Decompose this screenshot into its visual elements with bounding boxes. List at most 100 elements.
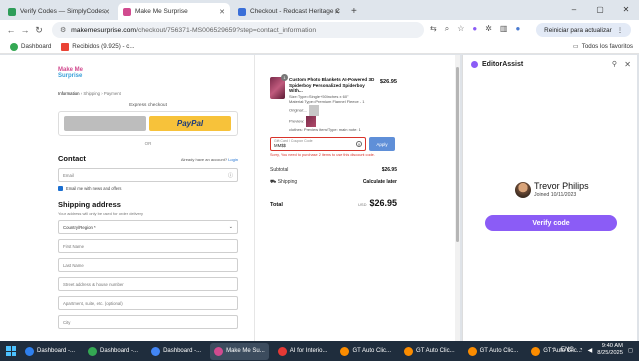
- verify-code-button[interactable]: Verify code: [485, 215, 617, 231]
- taskbar-item[interactable]: GT Auto Clic...: [464, 343, 523, 360]
- login-link[interactable]: Login: [228, 157, 238, 162]
- close-tab-icon[interactable]: ✕: [334, 8, 340, 16]
- app-icon: [151, 346, 161, 356]
- product-preview: Preview:: [289, 115, 375, 127]
- account-prompt: Already have an account? Login: [181, 157, 238, 162]
- shipping-title: Shipping address: [58, 200, 121, 209]
- editorassist-panel: EditorAssist ⚲ ✕ Trevor Philips Joined 1…: [462, 55, 637, 341]
- tab-redcast[interactable]: Checkout - Redcast Heritage C ✕: [233, 3, 345, 20]
- chevron-up-icon[interactable]: ⌃: [551, 347, 556, 354]
- taskbar-item[interactable]: AI for Interio...: [274, 343, 332, 360]
- first-name-field[interactable]: First Name: [58, 239, 238, 253]
- extension-icon[interactable]: ●: [472, 24, 477, 34]
- os-taskbar: Dashboard -... Dashboard -... Dashboard …: [0, 341, 639, 361]
- simplycodes-favicon-icon: [8, 7, 16, 16]
- close-window-button[interactable]: ✕: [613, 0, 639, 18]
- pin-icon[interactable]: ⚲: [612, 60, 617, 68]
- taskbar-item[interactable]: GT Auto Clic...: [400, 343, 459, 360]
- page-scrollbar[interactable]: [455, 55, 460, 341]
- back-arrow-icon[interactable]: ←: [4, 25, 18, 35]
- tab-title: Make Me Surprise: [135, 8, 188, 15]
- paypal-button[interactable]: PayPal: [149, 116, 231, 131]
- minimize-button[interactable]: –: [561, 0, 587, 18]
- last-name-field[interactable]: Last Name: [58, 258, 238, 272]
- email-news-checkbox[interactable]: Email me with news and offers: [58, 186, 238, 191]
- breadcrumb-shipping[interactable]: Shipping: [83, 91, 100, 96]
- site-info-icon[interactable]: ⚙: [60, 26, 66, 34]
- translate-icon[interactable]: ⇆: [430, 24, 437, 34]
- breadcrumb-information[interactable]: Information: [58, 91, 80, 96]
- editorassist-logo-icon: [471, 60, 478, 68]
- clear-coupon-icon[interactable]: ✕: [356, 141, 362, 147]
- makemesurprise-favicon-icon: [123, 7, 131, 16]
- country-select[interactable]: Country/Region * ⌄: [58, 220, 238, 234]
- address-bar[interactable]: ⚙ makemesurprise.com /checkout/756371-MS…: [52, 22, 424, 38]
- taskbar-label: GT Auto Clic...: [416, 348, 455, 354]
- street-address-field[interactable]: Street address & house number: [58, 277, 238, 291]
- last-name-placeholder: Last Name: [63, 262, 84, 268]
- store-logo[interactable]: Make Me Surprise: [58, 67, 98, 85]
- quantity-badge: 1: [281, 74, 288, 81]
- checkbox-checked-icon[interactable]: [58, 186, 63, 191]
- puzzle-extensions-icon[interactable]: ✲: [485, 24, 492, 34]
- notification-bell-icon[interactable]: ◻: [628, 347, 633, 354]
- breadcrumb: Information › Shipping › Payment: [58, 91, 238, 96]
- help-circle-icon[interactable]: ⓘ: [228, 172, 233, 179]
- breadcrumb-payment[interactable]: Payment: [104, 91, 121, 96]
- taskbar-item[interactable]: Dashboard -...: [147, 343, 205, 360]
- street-placeholder: Street address & house number: [63, 281, 124, 287]
- all-bookmarks[interactable]: ▭ Todos los favoritos: [573, 43, 633, 50]
- volume-icon[interactable]: ◀: [588, 347, 593, 354]
- wifi-icon[interactable]: ◔: [579, 347, 583, 353]
- subtotal-row: Subtotal $26.95: [270, 167, 397, 173]
- apartment-placeholder: Apartment, suite, etc. (optional): [63, 300, 123, 306]
- taskbar-label: GT Auto Clic...: [479, 348, 519, 354]
- bookmark-dashboard[interactable]: Dashboard: [10, 42, 51, 51]
- close-tab-icon[interactable]: ✕: [219, 8, 225, 16]
- close-icon[interactable]: ✕: [624, 60, 631, 69]
- preview-image: [306, 115, 317, 127]
- taskbar-label: Dashboard -...: [163, 348, 202, 354]
- url-host: makemesurprise.com: [71, 26, 137, 34]
- menu-dots-icon[interactable]: ⋮: [617, 27, 623, 34]
- clock[interactable]: 9:40 AM 8/25/2025: [597, 343, 623, 357]
- email-field[interactable]: Email ⓘ: [58, 168, 238, 182]
- close-tab-icon[interactable]: ✕: [104, 8, 110, 16]
- tab-title: Verify Codes — SimplyCodes: [20, 8, 106, 15]
- dashboard-icon: [10, 42, 18, 51]
- taskbar-item[interactable]: GT Auto Clic...: [336, 343, 395, 360]
- maximize-button[interactable]: ▢: [587, 0, 613, 18]
- new-tab-button[interactable]: +: [351, 6, 357, 17]
- product-details: Custom Photo Blankets AI-Powered 3D Spid…: [289, 77, 375, 132]
- express-pay-button[interactable]: [64, 116, 146, 131]
- language-indicator[interactable]: ENG: [561, 347, 574, 353]
- email-news-label: Email me with news and offers: [66, 186, 122, 191]
- apartment-field[interactable]: Apartment, suite, etc. (optional): [58, 296, 238, 310]
- side-panel-icon[interactable]: ▥: [500, 24, 508, 34]
- taskbar-item-active[interactable]: Make Me Su...: [210, 342, 269, 360]
- bookmark-gmail[interactable]: Recibidos (9.925) - c...: [61, 42, 135, 51]
- taskbar-item[interactable]: Dashboard -...: [21, 343, 79, 360]
- toolbar-icons: ⇆ ⌕ ☆ ● ✲ ▥ ●: [430, 24, 520, 34]
- editorassist-header: EditorAssist ⚲ ✕: [463, 55, 637, 73]
- coupon-error-message: Sorry, You need to purchase 2 items to u…: [270, 153, 375, 157]
- profile-avatar-icon[interactable]: ●: [515, 24, 520, 34]
- forward-arrow-icon[interactable]: →: [18, 25, 32, 35]
- tab-simplycodes[interactable]: Verify Codes — SimplyCodes ✕: [3, 3, 115, 20]
- taskbar-label: GT Auto Clic...: [352, 348, 392, 354]
- update-browser-button[interactable]: Reiniciar para actualizar ⋮: [536, 23, 631, 37]
- coupon-input[interactable]: Gift Card / Coupon Code MM$$ ✕: [270, 137, 366, 151]
- apply-coupon-button[interactable]: Apply: [369, 137, 395, 151]
- product-original: Original:...: [289, 104, 375, 116]
- scrollbar-thumb[interactable]: [456, 67, 459, 242]
- taskbar-item[interactable]: Dashboard -...: [84, 343, 142, 360]
- shipping-row-label: ⛟ Shipping: [270, 179, 297, 186]
- city-field[interactable]: City: [58, 315, 238, 329]
- bookmark-star-icon[interactable]: ☆: [457, 24, 464, 34]
- zoom-icon[interactable]: ⌕: [445, 24, 449, 34]
- windows-start-icon[interactable]: [6, 346, 16, 356]
- tab-make-me-surprise[interactable]: Make Me Surprise ✕: [118, 3, 230, 20]
- reload-icon[interactable]: ↻: [32, 25, 46, 36]
- or-divider: OR: [144, 141, 152, 146]
- currency-code: USD: [358, 202, 367, 207]
